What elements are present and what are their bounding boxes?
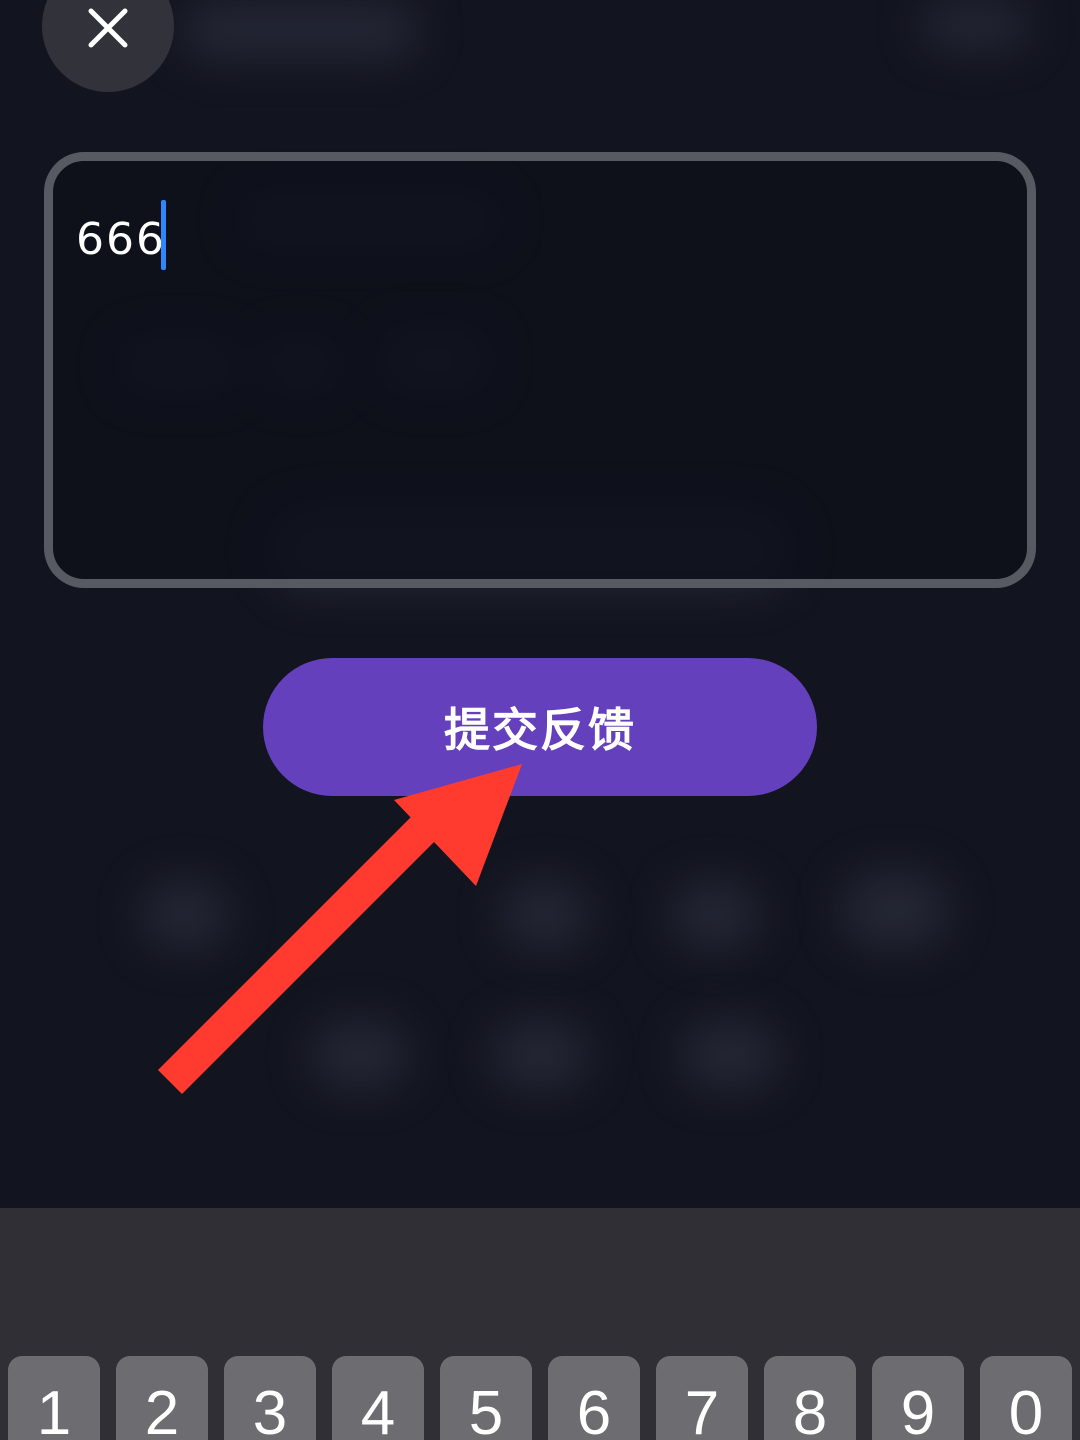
key-6[interactable]: 6 — [548, 1356, 640, 1440]
keyboard: 1 2 3 4 5 6 7 8 9 0 — [0, 1208, 1080, 1440]
key-3[interactable]: 3 — [224, 1356, 316, 1440]
blurred-background — [840, 870, 950, 950]
blurred-background — [680, 1020, 780, 1090]
key-9[interactable]: 9 — [872, 1356, 964, 1440]
blurred-background — [180, 0, 420, 60]
blurred-background — [670, 880, 760, 950]
close-button[interactable] — [42, 0, 174, 92]
blurred-background — [490, 1020, 590, 1090]
key-4[interactable]: 4 — [332, 1356, 424, 1440]
key-1[interactable]: 1 — [8, 1356, 100, 1440]
blurred-background — [920, 0, 1030, 50]
key-0[interactable]: 0 — [980, 1356, 1072, 1440]
feedback-input[interactable] — [44, 152, 1036, 588]
feedback-input-value: 666 — [76, 214, 166, 265]
key-5[interactable]: 5 — [440, 1356, 532, 1440]
key-7[interactable]: 7 — [656, 1356, 748, 1440]
blurred-background — [140, 880, 230, 950]
close-icon — [88, 8, 128, 48]
key-2[interactable]: 2 — [116, 1356, 208, 1440]
text-caret — [161, 200, 166, 270]
blurred-background — [500, 880, 590, 950]
submit-feedback-button[interactable]: 提交反馈 — [263, 658, 817, 796]
key-8[interactable]: 8 — [764, 1356, 856, 1440]
blurred-background — [310, 1020, 410, 1090]
feedback-screen: 666 提交反馈 1 2 3 4 5 6 7 8 9 0 — [0, 0, 1080, 1440]
